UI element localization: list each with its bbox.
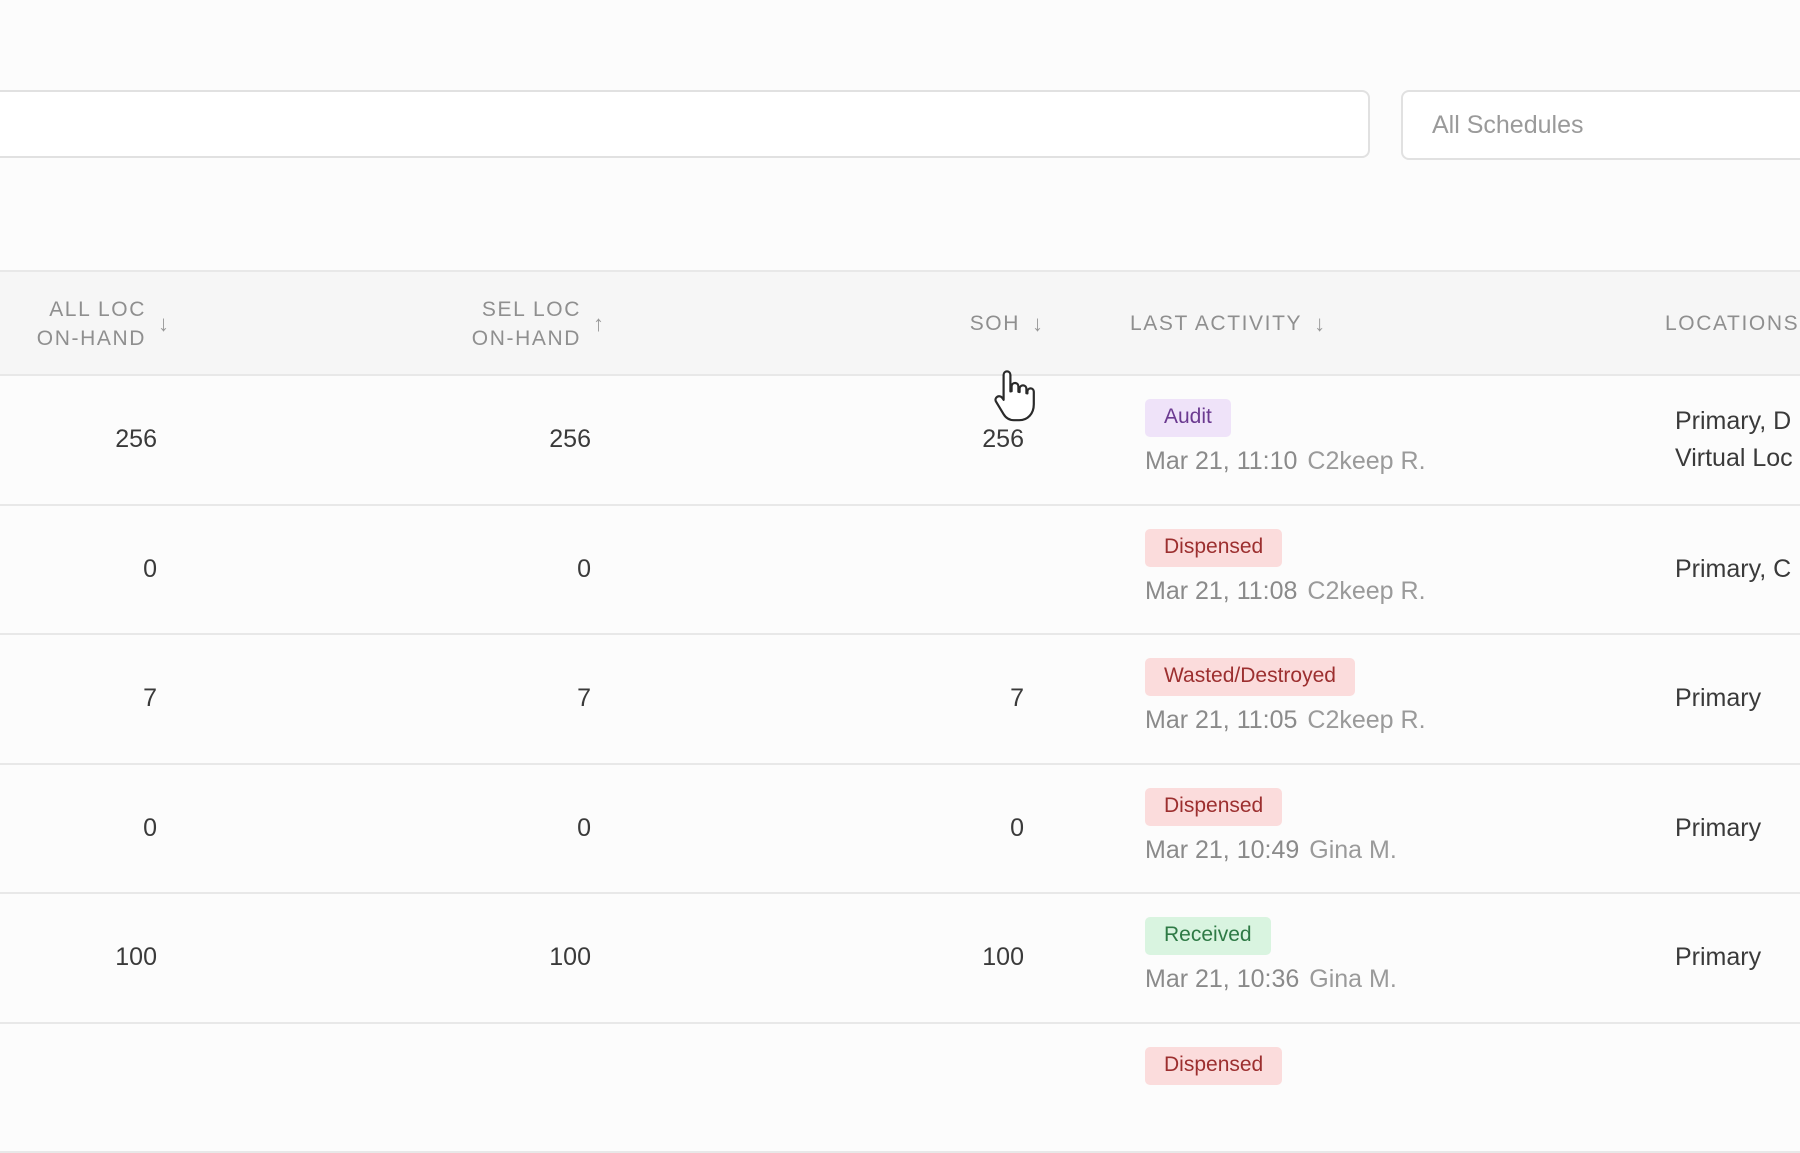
locations-line: Primary (1675, 810, 1761, 847)
sel-loc-on-hand-value: 7 (577, 635, 591, 762)
sort-asc-icon[interactable]: ↑ (593, 311, 604, 337)
activity-user: Gina M. (1309, 965, 1397, 993)
activity-meta: Mar 21, 11:10 C2keep R. (1145, 447, 1426, 476)
last-activity-cell: Audit Mar 21, 11:10 C2keep R. (1145, 399, 1426, 476)
all-loc-on-hand-value: 0 (143, 506, 157, 633)
column-all-loc-label-line1: ALL LOC (37, 295, 146, 324)
all-loc-on-hand-value: 0 (143, 765, 157, 892)
sel-loc-on-hand-value: 0 (577, 765, 591, 892)
column-last-activity-label: LAST ACTIVITY (1130, 312, 1302, 336)
column-last-activity[interactable]: LAST ACTIVITY ↓ (1130, 272, 1325, 376)
all-loc-on-hand-value: 7 (143, 635, 157, 762)
table-row[interactable]: 0 0 0 Dispensed Mar 21, 10:49 Gina M. Primary (0, 765, 1800, 895)
locations-cell: Primary (1675, 894, 1761, 1021)
table-row[interactable]: 100 100 100 Received Mar 21, 10:36 Gina M. Pri… (0, 894, 1800, 1024)
table-header: ALL LOC ON-HAND ↓ SEL LOC ON-HAND ↑ SOH … (0, 270, 1800, 376)
locations-line: Primary (1675, 680, 1761, 717)
activity-user: C2keep R. (1307, 706, 1425, 734)
table-row[interactable]: 256256256AuditMar 21, 11:10C2keep R.Prim… (0, 376, 1800, 506)
activity-badge: Wasted/Destroyed (1145, 658, 1355, 696)
hand-pointer-icon (990, 366, 1038, 428)
activity-timestamp: Mar 21, 11:05 (1145, 706, 1297, 734)
activity-badge: Dispensed (1145, 788, 1282, 826)
all-loc-on-hand-value: 256 (115, 376, 157, 503)
table-row[interactable]: 7 7 7 Wasted/Destroyed Mar 21, 11:05 C2keep R… (0, 635, 1800, 765)
locations-line: Virtual Loc (1675, 440, 1793, 477)
inventory-table: ALL LOC ON-HAND ↓ SEL LOC ON-HAND ↑ SOH … (0, 270, 1800, 1153)
activity-timestamp: Mar 21, 10:36 (1145, 965, 1299, 993)
search-input[interactable] (0, 90, 1370, 158)
activity-meta: Mar 21, 11:05 C2keep R. (1145, 706, 1426, 735)
all-loc-on-hand-value: 100 (115, 894, 157, 1021)
activity-meta: Mar 21, 10:36 Gina M. (1145, 965, 1397, 994)
locations-cell: Primary, C (1675, 506, 1791, 633)
sort-desc-icon[interactable]: ↓ (158, 311, 169, 337)
activity-user: C2keep R. (1307, 577, 1425, 605)
column-sel-loc-label-line2: ON-HAND (472, 324, 581, 353)
locations-line: Primary, C (1675, 551, 1791, 588)
table-body: 256256256AuditMar 21, 11:10C2keep R.Prim… (0, 376, 1800, 1153)
activity-meta: Mar 21, 10:49 Gina M. (1145, 836, 1397, 865)
column-sel-loc-on-hand[interactable]: SEL LOC ON-HAND ↑ (472, 272, 604, 376)
table-row[interactable]: 0 0 Dispensed Mar 21, 11:08 C2keep R. Primary… (0, 506, 1800, 636)
last-activity-cell: Wasted/Destroyed Mar 21, 11:05 C2keep R. (1145, 658, 1426, 735)
locations-cell: Primary (1675, 765, 1761, 892)
column-all-loc-label-line2: ON-HAND (37, 324, 146, 353)
column-soh[interactable]: SOH ↓ (970, 272, 1043, 376)
activity-timestamp: Mar 21, 10:49 (1145, 836, 1299, 864)
schedule-select[interactable]: All Schedules (1401, 90, 1800, 160)
column-soh-label: SOH (970, 312, 1020, 336)
activity-badge: Received (1145, 917, 1271, 955)
locations-line: Primary, D (1675, 403, 1793, 440)
activity-badge: Audit (1145, 399, 1231, 437)
soh-value: 7 (1010, 635, 1024, 762)
last-activity-cell: Dispensed (1145, 1047, 1282, 1124)
schedule-select-value: All Schedules (1432, 111, 1583, 140)
table-row[interactable]: Dispensed (0, 1024, 1800, 1153)
locations-line: Primary (1675, 939, 1761, 976)
column-locations[interactable]: LOCATIONS (1665, 272, 1799, 376)
last-activity-cell: Dispensed Mar 21, 10:49 Gina M. (1145, 788, 1397, 865)
sel-loc-on-hand-value: 256 (549, 376, 591, 503)
activity-meta (1145, 1095, 1282, 1124)
column-sel-loc-label-line1: SEL LOC (472, 295, 581, 324)
column-all-loc-on-hand[interactable]: ALL LOC ON-HAND ↓ (37, 272, 169, 376)
soh-value: 0 (1010, 765, 1024, 892)
activity-meta: Mar 21, 11:08 C2keep R. (1145, 577, 1426, 606)
activity-user: C2keep R. (1307, 447, 1425, 475)
activity-timestamp: Mar 21, 11:08 (1145, 577, 1297, 605)
last-activity-cell: Dispensed Mar 21, 11:08 C2keep R. (1145, 529, 1426, 606)
column-locations-label: LOCATIONS (1665, 312, 1799, 336)
locations-cell: Primary (1675, 635, 1761, 762)
soh-value: 100 (982, 894, 1024, 1021)
activity-badge: Dispensed (1145, 529, 1282, 567)
sel-loc-on-hand-value: 100 (549, 894, 591, 1021)
sort-desc-icon[interactable]: ↓ (1032, 311, 1043, 337)
activity-user: Gina M. (1309, 836, 1397, 864)
last-activity-cell: Received Mar 21, 10:36 Gina M. (1145, 917, 1397, 994)
locations-cell: Primary, DVirtual Loc (1675, 376, 1793, 503)
activity-timestamp: Mar 21, 11:10 (1145, 447, 1297, 475)
sel-loc-on-hand-value: 0 (577, 506, 591, 633)
sort-desc-icon[interactable]: ↓ (1314, 311, 1325, 337)
activity-badge: Dispensed (1145, 1047, 1282, 1085)
